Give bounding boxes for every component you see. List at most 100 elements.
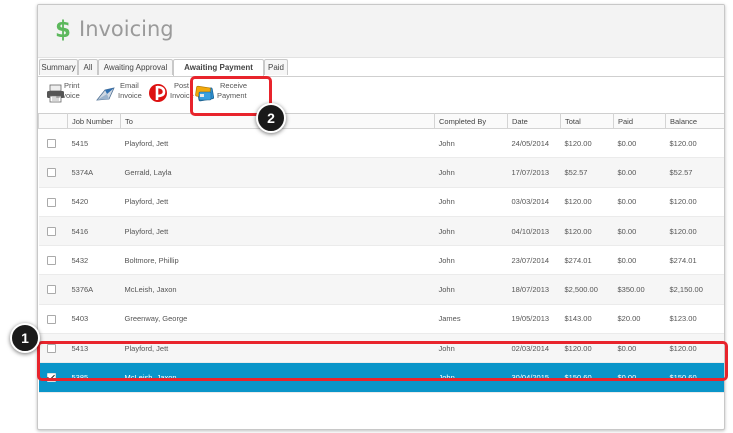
paid-cell: $350.00 <box>613 274 666 305</box>
tab-awaiting-approval[interactable]: Awaiting Approval <box>98 59 173 75</box>
post-invoice-button[interactable]: Post Invoice <box>148 81 194 107</box>
print-label-1: Print <box>64 81 80 90</box>
balance-cell: $120.00 <box>665 128 724 159</box>
post-label-1: Post <box>174 81 190 90</box>
completed-by-cell: John <box>434 128 508 159</box>
step-2-badge: 2 <box>256 103 286 133</box>
recipient-cell: Greenway, George <box>120 304 435 335</box>
row-checkbox[interactable] <box>46 256 56 266</box>
paid-cell: $0.00 <box>613 245 666 276</box>
balance-cell: $2,150.00 <box>665 274 724 305</box>
table-row[interactable]: 5374A Gerrald, Layla John 17/07/2013 $52.57 $… <box>38 157 724 188</box>
page-header: $ Invoicing <box>38 5 724 58</box>
row-checkbox[interactable] <box>46 226 56 236</box>
balance-column-header[interactable]: Balance <box>665 113 724 129</box>
print-invoice-button[interactable]: Print Invoice <box>46 81 96 107</box>
select-column-header <box>38 113 68 129</box>
row-checkbox[interactable] <box>46 314 56 324</box>
job-number-cell: 5432 <box>67 245 121 276</box>
tab-paid[interactable]: Paid <box>264 59 288 75</box>
select-cell <box>38 128 68 159</box>
completed-by-column-header[interactable]: Completed By <box>434 113 508 129</box>
recipient-cell: Playford, Jett <box>120 187 435 217</box>
balance-cell: $274.01 <box>665 245 724 276</box>
completed-by-cell: John <box>434 187 508 217</box>
total-cell: $120.00 <box>560 216 614 247</box>
email-icon <box>96 87 115 101</box>
paid-cell: $0.00 <box>613 157 666 188</box>
table-row[interactable]: 5420 Playford, Jett John 03/03/2014 $120.00 $… <box>38 187 724 217</box>
dollar-icon: $ <box>55 17 72 43</box>
balance-cell: $52.57 <box>665 157 724 188</box>
step-1-badge: 1 <box>10 323 40 353</box>
tab-summary[interactable]: Summary <box>39 59 78 75</box>
recipient-cell: Playford, Jett <box>120 128 435 159</box>
date-column-header[interactable]: Date <box>507 113 561 129</box>
select-cell <box>38 304 68 335</box>
recipient-cell: Boltmore, Phillip <box>120 245 435 276</box>
email-invoice-button[interactable]: Email Invoice <box>96 81 146 107</box>
select-cell <box>38 245 68 276</box>
total-cell: $52.57 <box>560 157 614 188</box>
date-cell: 04/10/2013 <box>507 216 561 247</box>
email-label-2: Invoice <box>118 91 142 100</box>
table-row[interactable]: 5416 Playford, Jett John 04/10/2013 $120.00 $… <box>38 216 724 247</box>
paid-cell: $0.00 <box>613 187 666 217</box>
tab-bar: Summary All Awaiting Approval Awaiting P… <box>38 59 724 77</box>
recipient-cell: Gerrald, Layla <box>120 157 435 188</box>
balance-cell: $123.00 <box>665 304 724 335</box>
job-number-cell: 5420 <box>67 187 121 217</box>
date-cell: 19/05/2013 <box>507 304 561 335</box>
paid-column-header[interactable]: Paid <box>613 113 666 129</box>
total-column-header[interactable]: Total <box>560 113 614 129</box>
total-cell: $120.00 <box>560 187 614 217</box>
tab-awaiting-payment[interactable]: Awaiting Payment <box>173 59 264 76</box>
date-cell: 17/07/2013 <box>507 157 561 188</box>
select-cell <box>38 157 68 188</box>
date-cell: 24/05/2014 <box>507 128 561 159</box>
table-header-row: Job Number To Completed By Date Total Pa… <box>38 113 724 129</box>
total-cell: $274.01 <box>560 245 614 276</box>
completed-by-cell: John <box>434 216 508 247</box>
row-checkbox[interactable] <box>46 285 56 295</box>
row-checkbox[interactable] <box>46 197 56 207</box>
job-number-cell: 5416 <box>67 216 121 247</box>
completed-by-cell: John <box>434 157 508 188</box>
job-number-cell: 5415 <box>67 128 121 159</box>
date-cell: 03/03/2014 <box>507 187 561 217</box>
job-number-cell: 5374A <box>67 157 121 188</box>
recipient-cell: Playford, Jett <box>120 216 435 247</box>
total-cell: $2,500.00 <box>560 274 614 305</box>
completed-by-cell: John <box>434 274 508 305</box>
select-cell <box>38 216 68 247</box>
post-icon <box>149 84 167 102</box>
table-row[interactable]: 5415 Playford, Jett John 24/05/2014 $120.00 $… <box>38 128 724 159</box>
selected-row-highlight <box>37 341 728 381</box>
completed-by-cell: John <box>434 245 508 276</box>
page-title: Invoicing <box>79 17 174 41</box>
print-label-2: Invoice <box>56 91 80 100</box>
job-number-cell: 5376A <box>67 274 121 305</box>
paid-cell: $0.00 <box>613 128 666 159</box>
balance-cell: $120.00 <box>665 187 724 217</box>
total-cell: $120.00 <box>560 128 614 159</box>
table-row[interactable]: 5403 Greenway, George James 19/05/2013 $143.… <box>38 304 724 335</box>
row-checkbox[interactable] <box>46 168 56 178</box>
email-label-1: Email <box>120 81 139 90</box>
completed-by-cell: James <box>434 304 508 335</box>
table-row[interactable]: 5432 Boltmore, Phillip John 23/07/2014 $274.… <box>38 245 724 276</box>
table-row[interactable]: 5376A McLeish, Jaxon John 18/07/2013 $2,500.… <box>38 274 724 305</box>
row-checkbox[interactable] <box>46 138 56 148</box>
select-cell <box>38 187 68 217</box>
recipient-cell: McLeish, Jaxon <box>120 274 435 305</box>
select-cell <box>38 274 68 305</box>
job-number-column-header[interactable]: Job Number <box>67 113 121 129</box>
paid-cell: $20.00 <box>613 304 666 335</box>
toolbar: Print Invoice Email Invoice Post Invoice <box>38 78 724 110</box>
total-cell: $143.00 <box>560 304 614 335</box>
paid-cell: $0.00 <box>613 216 666 247</box>
balance-cell: $120.00 <box>665 216 724 247</box>
job-number-cell: 5403 <box>67 304 121 335</box>
date-cell: 23/07/2014 <box>507 245 561 276</box>
tab-all[interactable]: All <box>78 59 98 75</box>
